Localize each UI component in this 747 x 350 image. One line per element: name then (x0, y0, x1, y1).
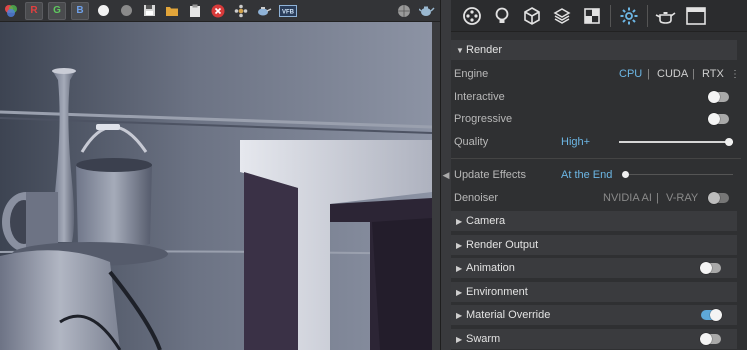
render-elements-icon[interactable] (577, 2, 607, 30)
teapot-icon[interactable] (651, 2, 681, 30)
progressive-label: Progressive (454, 113, 513, 125)
option-separator: | (692, 68, 695, 80)
folder-icon[interactable] (163, 2, 181, 20)
more-options-icon[interactable]: ⋮ (730, 69, 740, 80)
section-toggle[interactable] (700, 333, 721, 345)
caret-right-icon: ▶ (456, 310, 463, 320)
update-effects-slider-track[interactable] (622, 171, 733, 178)
option-separator: | (647, 68, 650, 80)
update-effects-row: Update Effects At the End (451, 164, 741, 186)
engine-cuda-option[interactable]: CUDA (657, 68, 688, 80)
stop-icon[interactable] (209, 2, 227, 20)
caret-right-icon: ▶ (456, 334, 463, 344)
interactive-row: Interactive (451, 86, 741, 108)
blue-channel-button[interactable]: B (71, 1, 89, 20)
geometry-icon[interactable] (517, 2, 547, 30)
update-effects-value: At the End (561, 169, 613, 181)
section-swarm-header[interactable]: ▶ Swarm (451, 329, 737, 349)
engine-cpu-option[interactable]: CPU (619, 68, 642, 80)
quality-label: Quality (454, 136, 489, 148)
interactive-toggle[interactable] (708, 91, 729, 103)
caret-down-icon: ▼ (456, 45, 464, 55)
progressive-row: Progressive (451, 108, 741, 130)
frame-buffer-window-icon[interactable] (681, 2, 711, 30)
settings-icon[interactable] (614, 2, 644, 30)
quality-slider-handle[interactable] (725, 138, 733, 146)
section-environment-header[interactable]: ▶ Environment (451, 282, 737, 302)
viewport-toolbar: R G B VFB (0, 0, 440, 22)
update-effects-slider-handle[interactable] (622, 171, 629, 178)
divider (451, 158, 741, 159)
svg-text:VFB: VFB (282, 9, 295, 15)
denoiser-vray-option[interactable]: V-RAY (666, 192, 698, 204)
section-label: Render Output (466, 239, 539, 251)
engine-label: Engine (454, 68, 489, 80)
render-viewport[interactable]: R G B VFB (0, 0, 440, 350)
panel-toolbar (451, 0, 747, 32)
option-separator: | (656, 192, 659, 204)
teapot-icon[interactable] (418, 2, 436, 20)
sphere-icon[interactable] (395, 2, 413, 20)
section-toggle[interactable] (700, 262, 721, 274)
toolbar-separator (647, 4, 648, 27)
interactive-label: Interactive (454, 91, 505, 103)
quality-row: Quality High+ (451, 131, 741, 153)
engine-rtx-option[interactable]: RTX (702, 68, 724, 80)
collapse-arrow-icon[interactable]: ◀ (443, 170, 450, 181)
section-render-header[interactable]: ▼ Render (451, 40, 737, 60)
settings-content: ▼ Render Engine CPU | CUDA | RTX ⋮ Inter… (451, 32, 747, 350)
section-label: Animation (466, 262, 515, 274)
panel-splitter[interactable]: ◀ (440, 0, 451, 350)
render-settings-icon[interactable] (457, 2, 487, 30)
color-wheel-icon[interactable] (2, 2, 20, 20)
denoiser-label: Denoiser (454, 192, 499, 204)
section-render-output-header[interactable]: ▶ Render Output (451, 235, 737, 255)
caret-right-icon: ▶ (456, 287, 463, 297)
progressive-toggle[interactable] (708, 113, 729, 125)
section-material-override-header[interactable]: ▶ Material Override (451, 305, 737, 325)
vray-settings-panel: ◀ ▼ Render Engine CPU | CUDA | RTX ⋮ Int… (440, 0, 747, 350)
red-channel-button[interactable]: R (25, 1, 43, 20)
denoiser-row: Denoiser NVIDIA AI | V-RAY (451, 187, 741, 209)
frame-buffer-icon[interactable]: VFB (278, 2, 298, 20)
light-icon[interactable] (487, 2, 517, 30)
grey-ball-icon[interactable] (117, 2, 135, 20)
section-label: Material Override (466, 309, 551, 321)
caret-right-icon: ▶ (456, 240, 463, 250)
section-label: Camera (466, 215, 506, 227)
quality-slider-track[interactable] (619, 138, 733, 146)
denoiser-toggle[interactable] (708, 192, 729, 204)
save-icon[interactable] (140, 2, 158, 20)
viewport-scrollbar[interactable] (432, 22, 440, 350)
denoiser-nvidia-option[interactable]: NVIDIA AI (603, 192, 652, 204)
section-animation-header[interactable]: ▶ Animation (451, 258, 737, 278)
clipboard-icon[interactable] (186, 2, 204, 20)
section-camera-header[interactable]: ▶ Camera (451, 211, 737, 231)
update-effects-label: Update Effects (454, 169, 526, 181)
node-icon[interactable] (232, 2, 250, 20)
section-label: Render (466, 44, 503, 56)
green-channel-button[interactable]: G (48, 1, 66, 20)
engine-row: Engine CPU | CUDA | RTX ⋮ (451, 63, 741, 85)
caret-right-icon: ▶ (456, 263, 463, 273)
quality-value: High+ (561, 136, 591, 148)
toolbar-separator (610, 4, 611, 27)
caret-right-icon: ▶ (456, 216, 463, 226)
section-label: Swarm (466, 333, 501, 345)
section-label: Environment (466, 286, 528, 298)
rendered-scene-image (0, 22, 432, 350)
white-ball-icon[interactable] (94, 2, 112, 20)
layers-icon[interactable] (547, 2, 577, 30)
teapot-eye-icon[interactable] (255, 2, 273, 20)
section-toggle[interactable] (701, 309, 722, 321)
